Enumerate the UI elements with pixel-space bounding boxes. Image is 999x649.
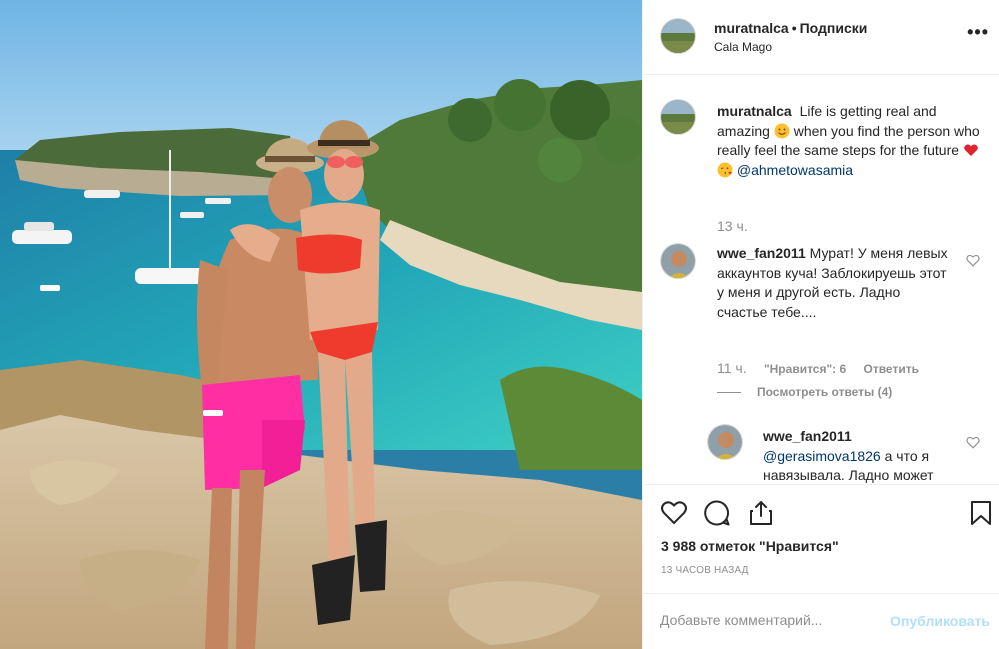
likes-count[interactable]: 3 988 отметок "Нравится": [661, 538, 839, 554]
caption-time[interactable]: 13 ч.: [717, 218, 748, 234]
comment-1: wwe_fan2011 Мурат! У меня левых аккаунто…: [717, 244, 953, 322]
caption-author-avatar[interactable]: [660, 99, 696, 135]
view-replies-label: Посмотреть ответы (4): [757, 385, 893, 399]
avatar-image: [661, 19, 695, 53]
comment-icon[interactable]: [703, 499, 731, 527]
follow-button[interactable]: Подписки: [800, 20, 868, 36]
post-actions: 3 988 отметок "Нравится" 13 ЧАСОВ НАЗАД: [643, 484, 999, 601]
caption-mention-link[interactable]: @ahmetowasamia: [737, 162, 853, 178]
comment-1-reply-button[interactable]: Ответить: [864, 362, 919, 376]
add-comment-input[interactable]: [660, 612, 890, 628]
comment-like-heart-icon[interactable]: [966, 254, 980, 267]
author-avatar[interactable]: [660, 18, 696, 54]
comment-1-username[interactable]: wwe_fan2011: [717, 245, 806, 261]
add-comment-bar: Опубликовать: [643, 593, 999, 649]
face-blowing-kiss-emoji-icon: [717, 162, 733, 177]
share-icon[interactable]: [747, 499, 775, 527]
more-options-icon[interactable]: •••: [967, 22, 989, 43]
comment-1-likes[interactable]: "Нравится": 6: [764, 362, 846, 376]
separator-dot: •: [791, 20, 797, 36]
comment-1-meta: 11 ч. "Нравится": 6 Ответить: [717, 360, 933, 376]
caption-username[interactable]: muratnalca: [717, 103, 792, 119]
reply-1-username[interactable]: wwe_fan2011: [763, 427, 963, 447]
comment-1-time[interactable]: 11 ч.: [717, 360, 747, 376]
replies-divider: [717, 392, 741, 394]
author-username[interactable]: muratnalca: [714, 20, 789, 36]
bookmark-icon[interactable]: [967, 499, 995, 527]
post-photo[interactable]: [0, 0, 642, 649]
post-caption: muratnalca Life is getting real and amaz…: [717, 102, 987, 180]
heart-icon[interactable]: [660, 499, 688, 527]
publish-button[interactable]: Опубликовать: [890, 613, 990, 629]
post-time-ago[interactable]: 13 ЧАСОВ НАЗАД: [661, 565, 749, 576]
header-line: muratnalca • Подписки: [714, 20, 867, 36]
commenter-avatar[interactable]: [660, 243, 696, 279]
reply-1-mention-link[interactable]: @gerasimova1826: [763, 448, 881, 464]
post-side-panel: muratnalca • Подписки Cala Mago ••• muratn…: [642, 0, 999, 649]
beach-couple-photo: [0, 0, 642, 649]
post-header: muratnalca • Подписки Cala Mago •••: [643, 0, 999, 75]
avatar-image: [661, 244, 695, 278]
smiling-face-emoji-icon: [774, 123, 790, 138]
reply-commenter-avatar[interactable]: [707, 424, 743, 460]
location-link[interactable]: Cala Mago: [714, 40, 772, 54]
view-replies-button[interactable]: Посмотреть ответы (4): [717, 385, 892, 399]
comments-section[interactable]: muratnalca Life is getting real and amaz…: [643, 76, 999, 484]
avatar-image: [661, 100, 695, 134]
red-heart-emoji-icon: [964, 144, 978, 156]
avatar-image: [708, 425, 742, 459]
reply-like-heart-icon[interactable]: [966, 436, 980, 449]
reply-1: wwe_fan2011 @gerasimova1826 а что я навя…: [763, 427, 963, 484]
